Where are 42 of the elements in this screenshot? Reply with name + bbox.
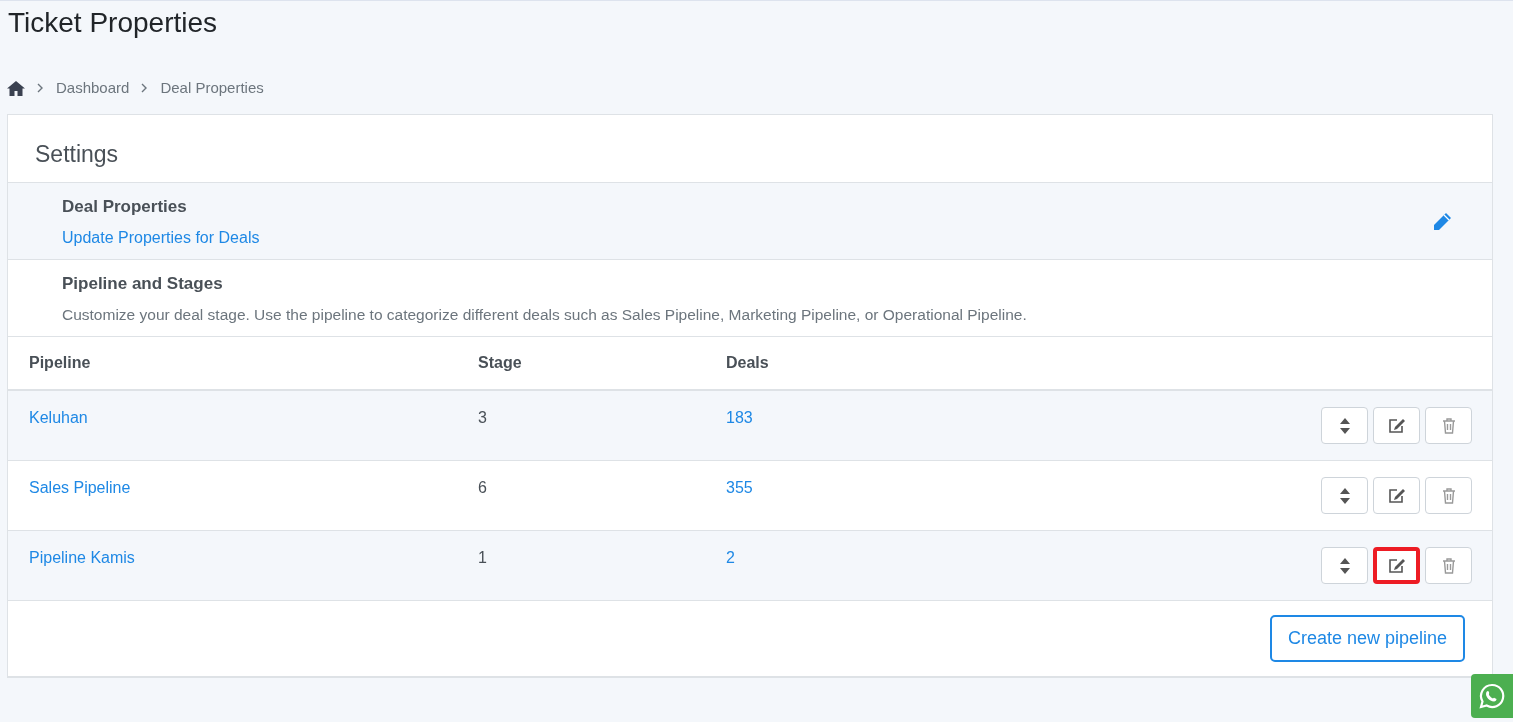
page-title: Ticket Properties	[8, 7, 219, 39]
pipeline-link[interactable]: Sales Pipeline	[29, 479, 478, 497]
chat-bubble-icon	[1478, 682, 1506, 710]
pipeline-link[interactable]: Pipeline Kamis	[29, 549, 478, 567]
reorder-button[interactable]	[1321, 477, 1368, 514]
column-header: Stage	[478, 354, 523, 372]
home-icon[interactable]	[7, 79, 25, 96]
trash-icon	[1441, 417, 1456, 434]
sort-icon	[1339, 557, 1350, 574]
delete-button[interactable]	[1425, 477, 1472, 514]
stage-count: 6	[478, 479, 488, 497]
section-title: Pipeline and Stages	[62, 274, 224, 294]
pipeline-link[interactable]: Keluhan	[29, 409, 478, 427]
create-pipeline-button[interactable]: Create new pipeline	[1269, 615, 1465, 662]
breadcrumb-item: Deal Properties	[160, 79, 264, 96]
deals-count-link[interactable]: 355	[726, 479, 1321, 497]
section-description: Customize your deal stage. Use the pipeline to categorize different deals such as Sales Pipeline, Marketing Pipeline, or Operational Pipeline.	[62, 306, 1027, 324]
column-header: Pipeline	[29, 354, 92, 372]
reorder-button[interactable]	[1321, 407, 1368, 444]
edit-button[interactable]	[1373, 547, 1420, 584]
chevron-icon	[141, 82, 149, 93]
sort-icon	[1339, 417, 1350, 434]
delete-button[interactable]	[1425, 547, 1472, 584]
deals-count-link[interactable]: 2	[726, 549, 1321, 567]
reorder-button[interactable]	[1321, 547, 1368, 584]
stage-count: 3	[478, 409, 488, 427]
section-title: Deal Properties	[62, 197, 188, 217]
chat-button[interactable]	[1471, 674, 1513, 718]
delete-button[interactable]	[1425, 407, 1472, 444]
stage-count: 1	[478, 549, 488, 567]
trash-icon	[1441, 557, 1456, 574]
edit-icon	[1387, 487, 1406, 504]
chevron-icon	[37, 82, 44, 93]
trash-icon	[1441, 487, 1456, 504]
edit-icon	[1387, 417, 1406, 434]
update-properties-link[interactable]: Update Properties for Deals	[62, 229, 260, 246]
sort-icon	[1339, 487, 1350, 504]
breadcrumb-item[interactable]: Dashboard	[56, 79, 130, 96]
column-header: Deals	[726, 354, 770, 372]
pencil-icon[interactable]	[1432, 212, 1452, 232]
deals-count-link[interactable]: 183	[726, 409, 1321, 427]
edit-icon	[1387, 557, 1406, 574]
